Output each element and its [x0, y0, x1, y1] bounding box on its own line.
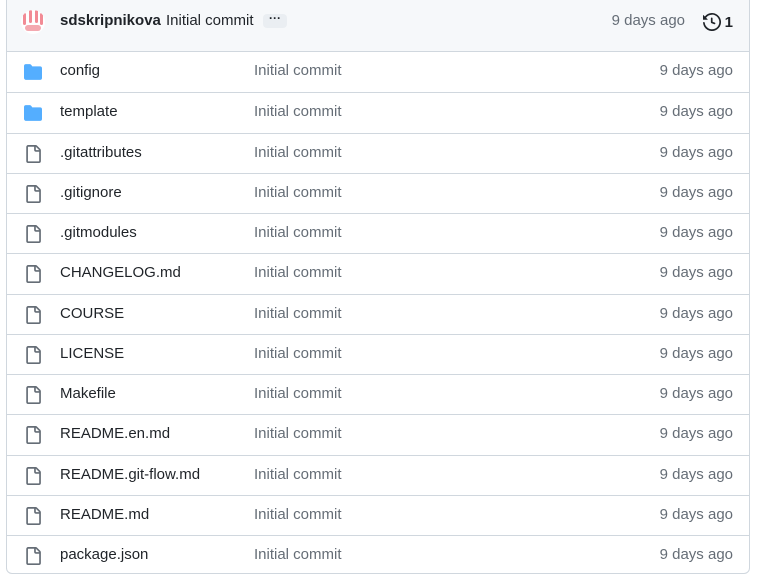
file-name-link[interactable]: Makefile — [60, 385, 116, 402]
file-commit-age: 9 days ago — [659, 385, 733, 402]
file-name-link[interactable]: COURSE — [60, 305, 124, 322]
file-row[interactable]: template Initial commit 9 days ago — [7, 92, 749, 132]
history-button[interactable]: 1 — [702, 10, 733, 34]
file-row[interactable]: package.json Initial commit 9 days ago — [7, 535, 749, 573]
file-row[interactable]: .gitmodules Initial commit 9 days ago — [7, 213, 749, 253]
file-name-link[interactable]: README.md — [60, 506, 149, 523]
file-commit-message-link[interactable]: Initial commit — [254, 345, 342, 362]
file-commit-message-link[interactable]: Initial commit — [254, 224, 342, 241]
file-row[interactable]: README.md Initial commit 9 days ago — [7, 494, 749, 535]
file-name-link[interactable]: README.en.md — [60, 425, 170, 442]
history-count: 1 — [724, 13, 733, 31]
file-commit-message-link[interactable]: Initial commit — [254, 385, 342, 402]
file-commit-message-link[interactable]: Initial commit — [254, 506, 342, 523]
file-commit-age: 9 days ago — [659, 103, 733, 121]
file-list: config Initial commit 9 days ago template In… — [7, 52, 749, 573]
file-commit-age: 9 days ago — [659, 344, 733, 362]
avatar-icon — [23, 10, 43, 31]
file-commit-message-link[interactable]: Initial commit — [254, 103, 342, 120]
file-name-link[interactable]: .gitmodules — [60, 224, 137, 241]
file-row[interactable]: COURSE Initial commit 9 days ago — [7, 293, 749, 334]
file-name-link[interactable]: CHANGELOG.md — [60, 264, 181, 281]
file-name-link[interactable]: config — [60, 62, 100, 79]
file-browser: sdskripnikova Initial commit ··· 9 days … — [6, 0, 750, 574]
file-name-link[interactable]: LICENSE — [60, 345, 124, 362]
file-icon — [24, 305, 42, 324]
file-icon — [24, 466, 42, 485]
file-commit-age: 9 days ago — [659, 264, 733, 282]
file-icon — [24, 426, 42, 445]
file-icon — [24, 265, 42, 284]
file-row[interactable]: .gitattributes Initial commit 9 days ago — [7, 132, 749, 173]
file-commit-age: 9 days ago — [659, 304, 733, 322]
commit-author[interactable]: sdskripnikova — [60, 12, 161, 29]
expand-commit-button[interactable]: ··· — [263, 12, 287, 28]
file-commit-age: 9 days ago — [659, 546, 733, 563]
file-icon — [24, 184, 42, 203]
file-commit-message-link[interactable]: Initial commit — [254, 184, 342, 201]
file-commit-message-link[interactable]: Initial commit — [254, 425, 342, 442]
file-name-link[interactable]: template — [60, 103, 118, 120]
file-icon — [24, 386, 42, 404]
commit-message[interactable]: Initial commit — [166, 12, 254, 29]
file-commit-age: 9 days ago — [659, 465, 733, 483]
latest-commit-bar: sdskripnikova Initial commit ··· 9 days … — [7, 0, 749, 52]
file-name-link[interactable]: README.git-flow.md — [60, 466, 200, 483]
file-icon — [24, 345, 42, 364]
file-row[interactable]: .gitignore Initial commit 9 days ago — [7, 172, 749, 213]
file-commit-message-link[interactable]: Initial commit — [254, 144, 342, 161]
file-commit-message-link[interactable]: Initial commit — [254, 546, 342, 563]
file-name-link[interactable]: .gitattributes — [60, 144, 142, 161]
file-name-link[interactable]: .gitignore — [60, 184, 122, 201]
folder-icon — [24, 63, 42, 81]
file-row[interactable]: CHANGELOG.md Initial commit 9 days ago — [7, 253, 749, 293]
folder-icon — [24, 104, 42, 122]
file-row[interactable]: README.en.md Initial commit 9 days ago — [7, 414, 749, 454]
file-commit-message-link[interactable]: Initial commit — [254, 62, 342, 79]
file-name-link[interactable]: package.json — [60, 546, 148, 563]
avatar[interactable] — [21, 10, 45, 34]
file-commit-age: 9 days ago — [659, 62, 733, 79]
file-row[interactable]: LICENSE Initial commit 9 days ago — [7, 333, 749, 374]
file-commit-message-link[interactable]: Initial commit — [254, 264, 342, 281]
file-row[interactable]: config Initial commit 9 days ago — [7, 52, 749, 92]
file-commit-message-link[interactable]: Initial commit — [254, 466, 342, 483]
file-commit-age: 9 days ago — [659, 505, 733, 523]
file-commit-age: 9 days ago — [659, 425, 733, 443]
file-commit-age: 9 days ago — [659, 224, 733, 241]
commit-time: 9 days ago — [611, 12, 685, 29]
file-icon — [24, 506, 42, 525]
file-icon — [24, 144, 42, 163]
file-icon — [24, 547, 42, 565]
file-commit-age: 9 days ago — [659, 183, 733, 201]
file-row[interactable]: README.git-flow.md Initial commit 9 days a… — [7, 454, 749, 495]
history-icon — [702, 13, 721, 31]
file-row[interactable]: Makefile Initial commit 9 days ago — [7, 374, 749, 414]
file-icon — [24, 225, 42, 243]
file-commit-age: 9 days ago — [659, 143, 733, 161]
file-commit-message-link[interactable]: Initial commit — [254, 305, 342, 322]
